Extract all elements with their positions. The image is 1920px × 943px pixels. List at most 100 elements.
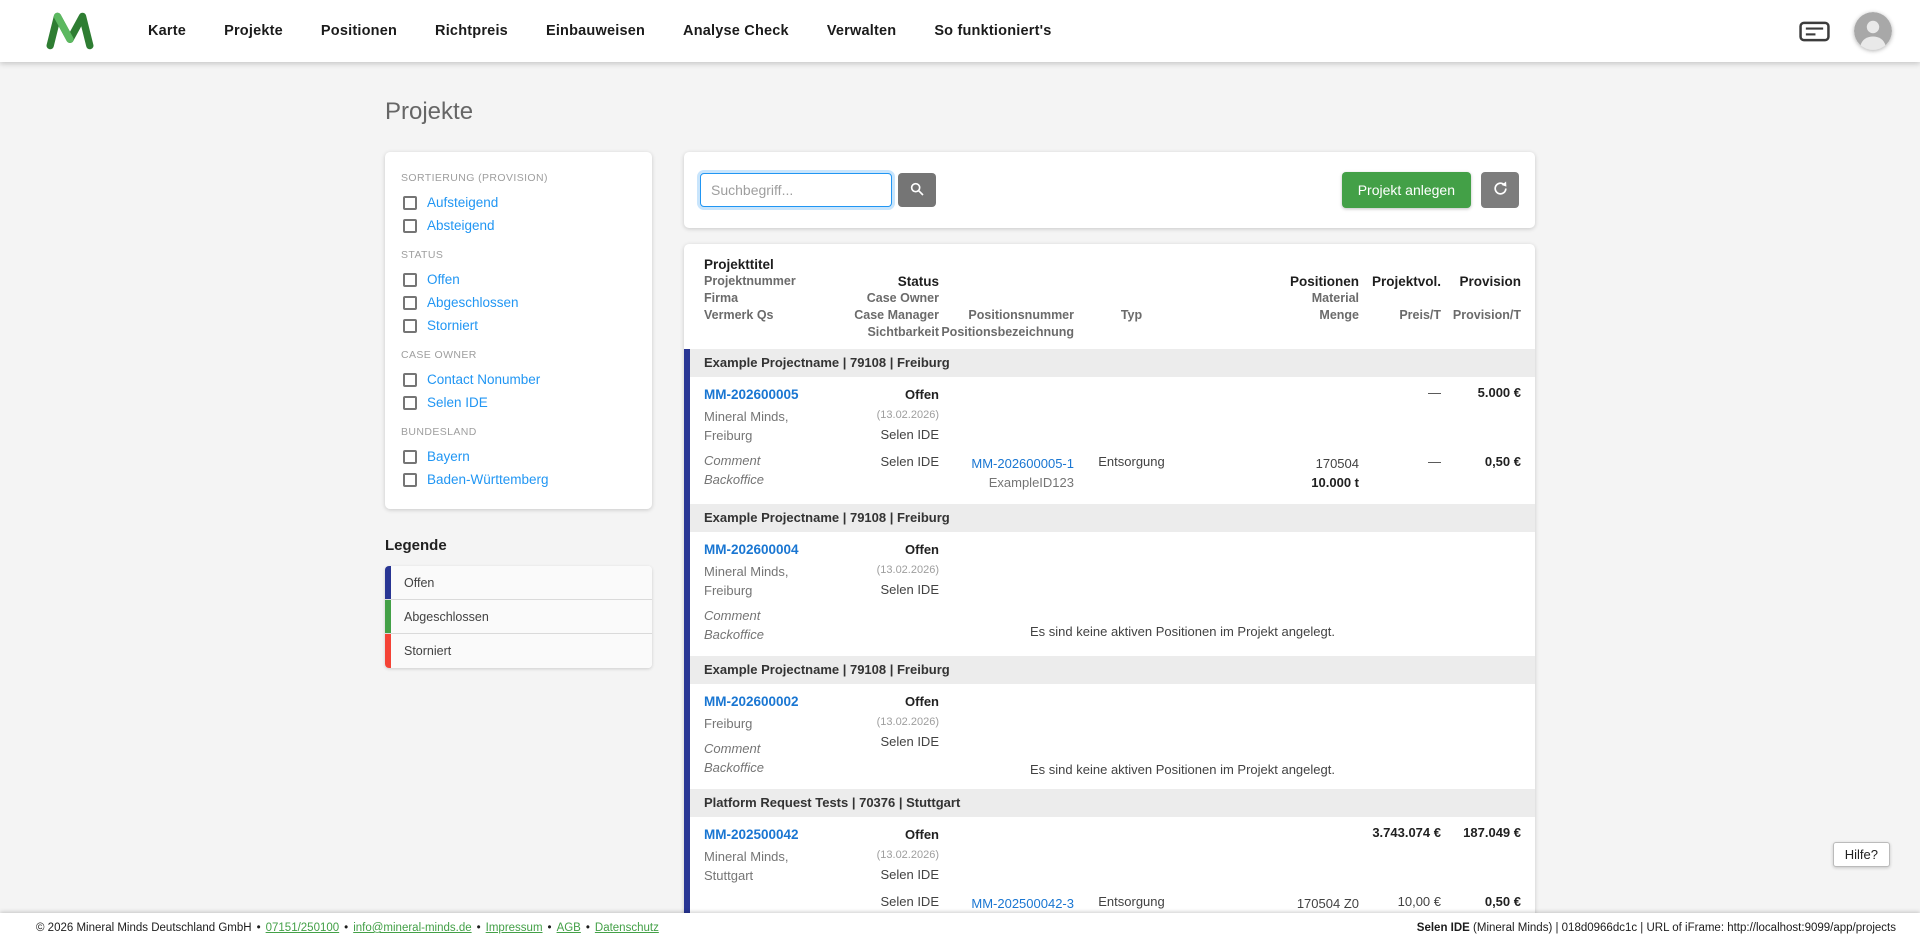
project-qs: Backoffice (704, 627, 764, 642)
footer-separator: • (547, 922, 552, 934)
project-qs: Backoffice (704, 760, 764, 775)
legend-item-offen: Offen (385, 566, 652, 600)
project-row: Example Projectname | 79108 | Freiburg M… (684, 349, 1535, 504)
footer-agb-link[interactable]: AGB (557, 922, 581, 934)
status-stripe-abgeschlossen (385, 600, 391, 633)
checkbox-icon[interactable] (403, 372, 417, 387)
status-date: (13.02.2026) (876, 564, 939, 576)
session-user: Selen IDE (1416, 922, 1470, 934)
filter-option-selen-ide[interactable]: Selen IDE (401, 391, 636, 414)
search-toolbar: Projekt anlegen (684, 152, 1535, 228)
brand-m-logo-icon[interactable] (46, 11, 94, 51)
project-number-link[interactable]: MM-202600004 (704, 540, 844, 559)
nav-item-projekte[interactable]: Projekte (224, 23, 283, 39)
status-stripe-offen (385, 566, 391, 599)
legend-item-storniert: Storniert (385, 634, 652, 668)
footer-datenschutz-link[interactable]: Datenschutz (595, 922, 659, 934)
nav-item-einbauweisen[interactable]: Einbauweisen (546, 23, 645, 39)
filter-option-label: Bayern (427, 449, 470, 464)
filter-section-title: STATUS (401, 249, 444, 261)
project-vermerk: Comment (704, 453, 761, 468)
project-city: Freiburg (704, 716, 753, 731)
nav-item-verwalten[interactable]: Verwalten (827, 23, 897, 39)
checkbox-icon[interactable] (403, 472, 417, 487)
filter-option-bayern[interactable]: Bayern (401, 445, 636, 468)
status-stripe-offen (684, 656, 690, 789)
refresh-button[interactable] (1481, 172, 1519, 208)
nav-item-karte[interactable]: Karte (148, 23, 186, 39)
legend-item-abgeschlossen: Abgeschlossen (385, 600, 652, 634)
legend-label: Storniert (404, 644, 452, 658)
filter-section-title: CASE OWNER (401, 349, 477, 361)
create-project-button[interactable]: Projekt anlegen (1341, 172, 1471, 208)
header-col-projekttitel: Projekttitel Projektnummer Firma Vermerk… (704, 257, 796, 322)
checkbox-icon[interactable] (403, 218, 417, 233)
project-group-title: Example Projectname | 79108 | Freiburg (684, 504, 1535, 532)
filter-option-absteigend[interactable]: Absteigend (401, 214, 636, 237)
filter-section-case-owner: CASE OWNER Contact Nonumber Selen IDE (401, 349, 636, 414)
footer-impressum-link[interactable]: Impressum (486, 922, 543, 934)
position-number-link[interactable]: MM-202600005-1 (939, 454, 1074, 473)
checkbox-icon[interactable] (403, 195, 417, 210)
nav-item-richtpreis[interactable]: Richtpreis (435, 23, 508, 39)
checkbox-icon[interactable] (403, 295, 417, 310)
project-company: Mineral Minds, (704, 849, 789, 864)
project-number-link[interactable]: MM-202600002 (704, 692, 844, 711)
footer-email-link[interactable]: info@mineral-minds.de (353, 922, 471, 934)
status-cell: Offen (13.02.2026) Selen IDE (844, 692, 939, 752)
legend-label: Offen (404, 575, 435, 590)
project-vermerk: Comment (704, 608, 761, 623)
navbar-right (1799, 12, 1892, 50)
footer-separator: • (585, 922, 590, 934)
nav-item-so-funktionierts[interactable]: So funktioniert's (934, 23, 1051, 39)
refresh-icon (1492, 180, 1509, 200)
checkbox-icon[interactable] (403, 272, 417, 287)
filter-option-offen[interactable]: Offen (401, 268, 636, 291)
project-number-link[interactable]: MM-202600005 (704, 385, 844, 404)
footer: © 2026 Mineral Minds Deutschland GmbH • … (0, 913, 1920, 943)
header-col-provision: Provision Provision/T (1452, 274, 1521, 322)
filter-option-contact-nonumber[interactable]: Contact Nonumber (401, 368, 636, 391)
checkbox-icon[interactable] (403, 318, 417, 333)
position-number-link[interactable]: MM-202500042-3 (939, 894, 1074, 913)
header-col-projektvol: Projektvol. Preis/T (1371, 274, 1441, 322)
no-positions-message: Es sind keine aktiven Positionen im Proj… (1030, 761, 1335, 777)
filter-section-title: BUNDESLAND (401, 426, 477, 438)
filter-option-aufsteigend[interactable]: Aufsteigend (401, 191, 636, 214)
header-col-position: Positionsnummer Positionsbezeichnung (941, 308, 1074, 339)
search-button[interactable] (898, 173, 936, 207)
checkbox-icon[interactable] (403, 395, 417, 410)
footer-separator: • (256, 922, 261, 934)
filter-option-baden-wuerttemberg[interactable]: Baden-Württemberg (401, 468, 636, 491)
status-label: Offen (905, 827, 939, 842)
nav-item-analyse-check[interactable]: Analyse Check (683, 23, 789, 39)
filter-option-abgeschlossen[interactable]: Abgeschlossen (401, 291, 636, 314)
status-label: Offen (905, 542, 939, 557)
status-date: (13.02.2026) (876, 409, 939, 421)
case-owner: Selen IDE (880, 867, 939, 882)
top-navbar: Karte Projekte Positionen Richtpreis Ein… (0, 0, 1920, 62)
status-date: (13.02.2026) (876, 849, 939, 861)
filter-section-status: STATUS Offen Abgeschlossen Storniert (401, 249, 636, 337)
help-button[interactable]: Hilfe? (1832, 842, 1890, 867)
status-label: Offen (905, 387, 939, 402)
filter-option-label: Abgeschlossen (427, 295, 519, 310)
project-number-link[interactable]: MM-202500042 (704, 825, 844, 844)
user-avatar[interactable] (1854, 12, 1892, 50)
card-terminal-icon[interactable] (1799, 19, 1830, 44)
status-stripe-storniert (385, 634, 391, 668)
status-label: Offen (905, 694, 939, 709)
filter-section-bundesland: BUNDESLAND Bayern Baden-Württemberg (401, 426, 636, 491)
nav-item-positionen[interactable]: Positionen (321, 23, 397, 39)
no-positions-message: Es sind keine aktiven Positionen im Proj… (1030, 624, 1335, 639)
project-group-title: Platform Request Tests | 70376 | Stuttga… (684, 789, 1535, 817)
search-input[interactable] (700, 173, 892, 207)
filter-option-storniert[interactable]: Storniert (401, 314, 636, 337)
provision-value: 187.049 € (1463, 825, 1521, 840)
checkbox-icon[interactable] (403, 449, 417, 464)
page-title: Projekte (385, 98, 474, 125)
search-icon (909, 181, 925, 200)
position-material: 170504 Z0 (1296, 896, 1359, 911)
filter-card: SORTIERUNG (PROVISION) Aufsteigend Abste… (385, 152, 652, 509)
footer-phone-link[interactable]: 07151/250100 (266, 922, 340, 934)
